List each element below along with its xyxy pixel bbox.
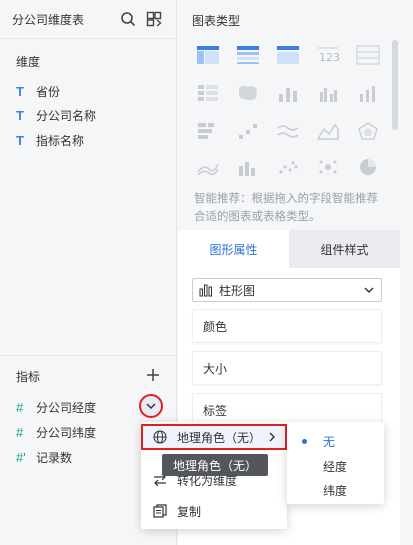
radar-chart-icon[interactable] (356, 120, 380, 142)
chevron-down-icon (364, 287, 374, 293)
chevron-right-icon (269, 432, 275, 442)
geo-role-tooltip: 地理角色（无） (162, 454, 268, 476)
dimension-label: 指标名称 (36, 133, 85, 148)
add-measure-icon[interactable] (145, 367, 161, 383)
smart-recommend-text: 智能推荐：根据拖入的字段智能推荐合适的图表或表格类型。 (194, 193, 378, 223)
dataset-title: 分公司维度表 (12, 12, 85, 27)
copy-item[interactable]: 复制 (141, 499, 287, 523)
dimension-field[interactable]: T 省份 (16, 80, 60, 102)
color-property[interactable]: 颜色 (192, 309, 382, 343)
property-tabs: 图形属性 组件样式 (178, 230, 400, 268)
measure-field[interactable]: # 分公司纬度 (16, 421, 96, 443)
tab-component-style[interactable]: 组件样式 (289, 230, 400, 268)
multi-line-icon[interactable] (196, 156, 220, 178)
text-type-icon: T (16, 107, 24, 123)
stacked-bar-icon[interactable] (276, 82, 300, 104)
pie-chart-icon[interactable] (356, 156, 380, 178)
dimension-field[interactable]: T 指标名称 (16, 129, 84, 151)
globe-icon (153, 430, 167, 444)
field-settings-icon[interactable] (146, 11, 162, 27)
kpi-number-icon[interactable]: 123 (316, 44, 340, 66)
menu-item-label: 地理角色（无） (177, 430, 262, 445)
dimension-label: 省份 (36, 84, 61, 99)
text-type-icon: T (16, 132, 24, 148)
svg-text:123: 123 (319, 51, 340, 64)
bar-chart-icon (199, 284, 212, 297)
map-chart-icon[interactable] (236, 82, 260, 104)
bar-chart-icon[interactable] (356, 82, 380, 104)
waterfall-chart-icon[interactable] (236, 120, 260, 142)
measure-section-title: 指标 (16, 370, 41, 384)
grouped-bar-icon[interactable] (316, 82, 340, 104)
header-divider (0, 38, 176, 39)
search-icon[interactable] (120, 11, 136, 27)
selected-dot-icon (302, 439, 307, 444)
line-chart-icon[interactable] (276, 120, 300, 142)
size-property[interactable]: 大小 (192, 351, 382, 385)
dimension-label: 分公司名称 (36, 108, 97, 123)
grouped-table-icon[interactable] (196, 82, 220, 104)
chart-type-value: 柱形图 (219, 283, 256, 298)
area-chart-icon[interactable] (316, 120, 340, 142)
geo-role-option-longitude[interactable]: 经度 (287, 454, 384, 478)
geo-role-submenu: 无 经度 纬度 (287, 422, 384, 504)
horizontal-bar-icon[interactable] (196, 120, 220, 142)
crosstab-chart-icon[interactable] (236, 44, 260, 66)
geo-role-item-content: 地理角色（无） (143, 426, 285, 448)
option-label: 纬度 (323, 483, 348, 498)
geo-role-option-latitude[interactable]: 纬度 (287, 478, 384, 502)
text-type-icon: T (16, 83, 24, 99)
field-menu-toggle[interactable] (139, 394, 163, 418)
copy-icon (153, 504, 167, 518)
measure-field[interactable]: #' 记录数 (16, 446, 72, 468)
dimension-section-title: 维度 (16, 55, 41, 69)
combo-bar-icon[interactable] (236, 156, 260, 178)
chart-type-select[interactable]: 柱形图 (192, 278, 382, 302)
measure-label: 分公司经度 (36, 400, 97, 415)
bubble-chart-icon[interactable] (316, 156, 340, 178)
chevron-down-icon (146, 403, 156, 410)
measure-label: 记录数 (36, 450, 73, 465)
chart-type-title: 图表类型 (192, 14, 241, 28)
menu-item-label: 复制 (177, 504, 202, 519)
text-table-icon[interactable] (356, 44, 380, 66)
scatter-chart-icon[interactable] (276, 156, 300, 178)
number-type-icon: # (16, 424, 24, 440)
number-type-icon: # (16, 399, 24, 415)
tab-graphic-properties[interactable]: 图形属性 (178, 230, 289, 268)
dimension-field[interactable]: T 分公司名称 (16, 104, 96, 126)
geo-role-item[interactable]: 地理角色（无） (141, 424, 287, 450)
section-divider (0, 355, 176, 356)
table-chart-icon[interactable] (196, 44, 220, 66)
calc-number-type-icon: #' (16, 449, 26, 465)
measure-field[interactable]: # 分公司经度 (16, 396, 96, 418)
measure-label: 分公司纬度 (36, 425, 97, 440)
option-label: 经度 (323, 459, 348, 474)
geo-role-option-none[interactable]: 无 (287, 429, 384, 453)
option-label: 无 (323, 434, 336, 449)
scrollbar-thumb[interactable] (392, 40, 398, 130)
detail-table-icon[interactable] (276, 44, 300, 66)
